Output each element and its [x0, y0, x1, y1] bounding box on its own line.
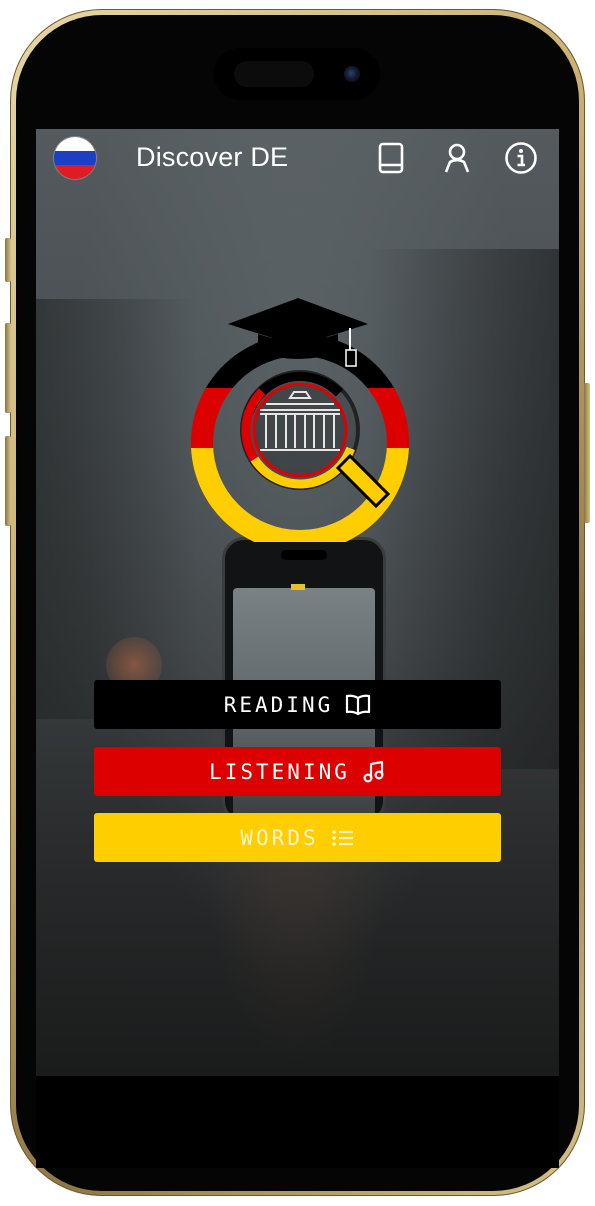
words-label: WORDS: [240, 825, 319, 850]
app-logo: [180, 292, 420, 553]
listening-button[interactable]: LISTENING: [94, 747, 501, 796]
reading-label: READING: [223, 692, 334, 717]
user-icon[interactable]: [440, 141, 474, 175]
volume-down-button: [5, 436, 11, 526]
action-button: [5, 238, 11, 282]
background-phone-tag: [291, 584, 305, 590]
russia-flag-icon[interactable]: [54, 137, 96, 179]
bottom-bezel-area: [36, 1076, 559, 1168]
listening-label: LISTENING: [209, 759, 350, 784]
island-sensor: [234, 61, 314, 87]
reading-button[interactable]: READING: [94, 680, 501, 729]
open-book-icon: [345, 694, 371, 716]
app-title: Discover DE: [136, 142, 289, 172]
words-button[interactable]: WORDS: [94, 813, 501, 862]
info-icon[interactable]: [504, 141, 538, 175]
volume-up-button: [5, 323, 11, 413]
power-button: [584, 383, 590, 523]
list-icon: [331, 828, 355, 848]
dynamic-island: [214, 48, 380, 100]
background-phone-notch: [281, 550, 327, 560]
top-bar: Discover DE: [36, 129, 559, 191]
front-camera: [344, 66, 360, 82]
book-icon[interactable]: [374, 141, 408, 175]
music-note-icon: [362, 760, 386, 784]
app-screen: Discover DE READING LISTENING WORDS: [36, 129, 559, 1076]
